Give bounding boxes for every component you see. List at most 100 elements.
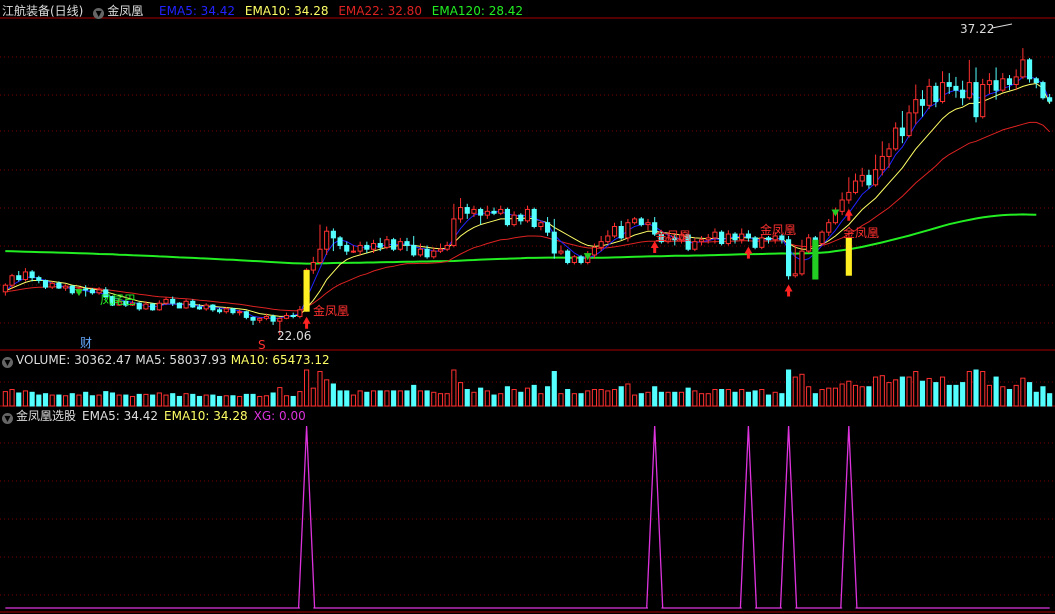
volume-bar xyxy=(571,393,577,407)
candle-body xyxy=(176,302,182,309)
volume-pane xyxy=(2,369,1053,407)
candle-body xyxy=(986,80,992,85)
candle-body xyxy=(913,99,919,114)
candle-body xyxy=(866,174,872,186)
candle-body xyxy=(297,309,303,317)
volume-bar xyxy=(417,390,423,407)
volume-bar xyxy=(799,373,805,407)
volume-bar xyxy=(652,386,658,407)
candle-body xyxy=(1006,78,1013,85)
volume-bar xyxy=(190,393,196,407)
candle-body xyxy=(370,243,377,250)
indicator-pane xyxy=(5,425,1050,609)
candle-body xyxy=(69,285,75,294)
volume-bar xyxy=(89,395,95,407)
volume-bar xyxy=(786,369,792,407)
indicator-select-button[interactable]: ▼ 金凤凰 xyxy=(93,4,149,19)
candle-body xyxy=(250,316,256,321)
volume-bar xyxy=(116,394,122,407)
candle-body xyxy=(431,250,437,258)
volume-bar xyxy=(859,386,865,407)
volume-bar xyxy=(672,391,678,407)
candle-body xyxy=(745,233,751,239)
candle-body xyxy=(632,218,638,224)
volume-bar xyxy=(565,389,571,407)
volume-bar xyxy=(277,387,283,407)
candle-body xyxy=(1000,78,1006,91)
volume-bar xyxy=(230,395,236,407)
candle-body xyxy=(611,225,618,237)
volume-bar xyxy=(866,386,872,407)
candle-body xyxy=(404,241,410,246)
candle-body xyxy=(899,127,905,137)
volume-bar xyxy=(1013,384,1019,407)
candle-body xyxy=(578,256,584,263)
volume-bar xyxy=(638,393,644,407)
volume-bar xyxy=(893,379,899,407)
volume-bar xyxy=(103,391,109,407)
candle-body xyxy=(1047,97,1053,102)
candle-body xyxy=(9,275,15,286)
volume-bar xyxy=(397,390,403,407)
volume-bar xyxy=(879,375,885,407)
candle-body xyxy=(237,311,243,314)
candle-body xyxy=(739,233,745,241)
volume-bar xyxy=(1026,382,1033,407)
candle-body xyxy=(471,208,477,214)
ema10-readout: EMA10: 34.28 xyxy=(244,4,329,18)
volume-bar xyxy=(330,383,336,407)
chevron-down-icon[interactable]: ▼ xyxy=(2,413,13,424)
candle-body xyxy=(1040,82,1046,99)
candle-body xyxy=(230,308,236,314)
candle-body xyxy=(893,127,899,150)
candle-body xyxy=(933,85,939,103)
candle-body xyxy=(859,174,865,182)
volume-bar xyxy=(203,394,209,407)
indicator-ema5-readout: EMA5: 34.42 xyxy=(82,409,159,423)
chevron-down-icon: ▼ xyxy=(93,8,105,19)
volume-bar xyxy=(350,394,357,407)
volume-bar xyxy=(591,389,598,407)
price-pane xyxy=(2,48,1053,336)
candle-body xyxy=(216,309,223,313)
volume-bar xyxy=(2,391,8,407)
volume-bar xyxy=(692,390,698,407)
candle-body xyxy=(290,314,296,317)
volume-bar xyxy=(913,371,919,407)
volume-bar xyxy=(484,390,490,407)
volume-bar xyxy=(29,391,35,407)
volume-bar xyxy=(966,371,972,407)
volume-bar xyxy=(471,391,477,407)
volume-bar xyxy=(216,395,223,407)
volume-bar xyxy=(22,390,29,407)
volume-bar xyxy=(163,394,169,407)
volume-bar xyxy=(585,390,591,407)
candle-body xyxy=(1033,78,1039,84)
indicator-xg-readout: XG: 0.00 xyxy=(253,409,306,423)
volume-bar xyxy=(719,389,725,407)
volume-bar xyxy=(665,391,671,407)
volume-bar xyxy=(411,384,417,407)
volume-bar xyxy=(906,376,912,407)
candle-body xyxy=(719,231,725,245)
candle-body xyxy=(190,300,196,308)
volume-bar xyxy=(886,382,892,407)
volume-bar xyxy=(524,387,531,407)
signal-label-jinfenghuang: 金凤凰 xyxy=(843,225,879,240)
candle-body xyxy=(953,85,959,91)
candle-body xyxy=(960,89,966,99)
candle-body xyxy=(397,241,403,250)
volume-bar xyxy=(873,376,879,407)
volume-bar xyxy=(237,395,243,407)
candle-body xyxy=(156,302,162,311)
indicator-title: 金凤凰选股 xyxy=(16,409,77,423)
candle-body xyxy=(324,230,330,250)
candle-body xyxy=(170,298,176,304)
candle-body xyxy=(799,250,805,275)
volume-bar xyxy=(76,394,82,407)
candle-body xyxy=(538,222,544,227)
candle-body xyxy=(879,155,885,171)
s-marker: S xyxy=(258,338,266,352)
candle-body xyxy=(263,315,269,319)
chevron-down-icon[interactable]: ▼ xyxy=(2,357,13,368)
